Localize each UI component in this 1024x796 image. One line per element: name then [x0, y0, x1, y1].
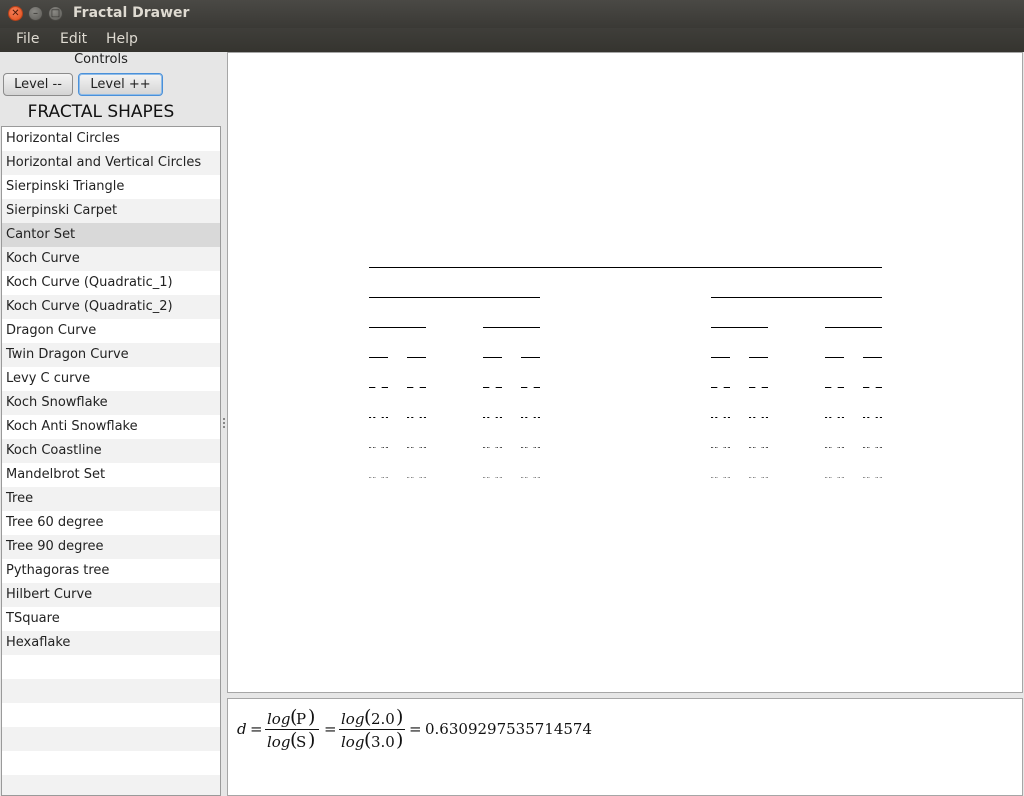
shape-list-item[interactable]: Hilbert Curve	[2, 583, 220, 607]
empty-list-row	[2, 679, 220, 703]
fractal-shapes-title: FRACTAL SHAPES	[27, 102, 175, 122]
level-down-button[interactable]: Level --	[3, 73, 73, 96]
window-title: Fractal Drawer	[73, 5, 190, 21]
formula-s-val: 3.0	[371, 733, 395, 751]
formula-d: d	[237, 720, 247, 738]
shape-list-item[interactable]: Koch Curve (Quadratic_2)	[2, 295, 220, 319]
empty-list-row	[2, 655, 220, 679]
shape-list-item[interactable]: Koch Coastline	[2, 439, 220, 463]
dimension-formula-panel: d = log ( P ) log ( S ) = log ( 2.0 ) lo…	[227, 698, 1023, 796]
fractal-canvas	[227, 52, 1023, 693]
shape-list-item[interactable]: Horizontal and Vertical Circles	[2, 151, 220, 175]
horizontal-splitter-handle[interactable]	[620, 694, 630, 709]
shape-list-item[interactable]: Twin Dragon Curve	[2, 343, 220, 367]
maximize-icon: □	[50, 8, 61, 19]
maximize-window-button[interactable]: □	[48, 6, 63, 21]
formula-p: P	[296, 710, 307, 728]
empty-list-row	[2, 727, 220, 751]
menu-bar: File Edit Help	[0, 28, 1024, 52]
formula-equals-3: =	[409, 720, 422, 738]
level-up-button[interactable]: Level ++	[78, 73, 163, 96]
title-bar: ✕ – □ Fractal Drawer	[0, 0, 1024, 28]
shape-list-item[interactable]: Mandelbrot Set	[2, 463, 220, 487]
close-icon: ✕	[11, 8, 20, 19]
shape-list-item[interactable]: TSquare	[2, 607, 220, 631]
formula-s: S	[296, 733, 307, 751]
shape-list-item[interactable]: Koch Snowflake	[2, 391, 220, 415]
shape-list-item[interactable]: Koch Anti Snowflake	[2, 415, 220, 439]
formula-result: 0.6309297535714574	[425, 720, 593, 738]
shape-list-item[interactable]: Tree 60 degree	[2, 511, 220, 535]
shape-list-item[interactable]: Levy C curve	[2, 367, 220, 391]
controls-panel: Controls Level -- Level ++ FRACTAL SHAPE…	[0, 52, 222, 796]
formula-log-p-val: log	[341, 710, 365, 728]
shape-list-item[interactable]: Horizontal Circles	[2, 127, 220, 151]
shape-list-item[interactable]: Koch Curve (Quadratic_1)	[2, 271, 220, 295]
empty-list-row	[2, 751, 220, 775]
cantor-set-drawing	[369, 267, 882, 478]
empty-list-row	[2, 703, 220, 727]
close-window-button[interactable]: ✕	[8, 6, 23, 21]
shape-list-item[interactable]: Sierpinski Carpet	[2, 199, 220, 223]
formula-p-val: 2.0	[371, 710, 395, 728]
formula-equals-1: =	[250, 720, 263, 738]
minimize-window-button[interactable]: –	[28, 6, 43, 21]
controls-label: Controls	[74, 52, 128, 67]
formula-log-s: log	[267, 733, 291, 751]
menu-edit[interactable]: Edit	[60, 31, 87, 47]
shape-list-item[interactable]: Sierpinski Triangle	[2, 175, 220, 199]
formula-log-p: log	[267, 710, 291, 728]
formula-log-s-val: log	[341, 733, 365, 751]
shape-list-item[interactable]: Dragon Curve	[2, 319, 220, 343]
shape-list-item[interactable]: Hexaflake	[2, 631, 220, 655]
menu-file[interactable]: File	[16, 31, 39, 47]
shape-list-item[interactable]: Pythagoras tree	[2, 559, 220, 583]
shape-list-item[interactable]: Tree 90 degree	[2, 535, 220, 559]
minimize-icon: –	[33, 8, 38, 19]
vertical-splitter-handle[interactable]	[223, 418, 226, 432]
shape-list-item[interactable]: Tree	[2, 487, 220, 511]
shape-list-item[interactable]: Cantor Set	[2, 223, 220, 247]
menu-help[interactable]: Help	[106, 31, 138, 47]
empty-list-row	[2, 775, 220, 795]
shape-list-item[interactable]: Koch Curve	[2, 247, 220, 271]
fractal-shapes-list[interactable]: Horizontal Circles Horizontal and Vertica…	[1, 126, 221, 796]
formula-equals-2: =	[324, 720, 337, 738]
